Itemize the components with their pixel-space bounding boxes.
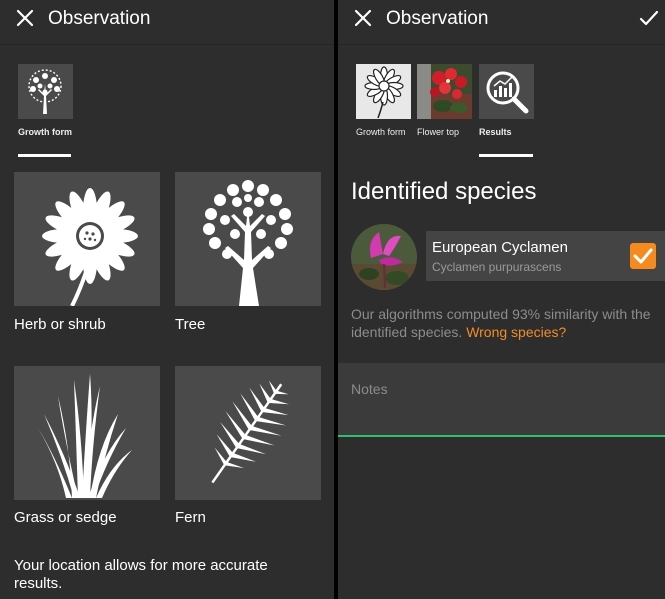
species-selected-checkbox[interactable] bbox=[630, 243, 656, 269]
right-screen: Observation Growth form Flower top Resul… bbox=[338, 0, 665, 599]
magnifier-chart-icon bbox=[479, 64, 534, 119]
top-bar: Observation bbox=[338, 0, 665, 45]
flower-icon bbox=[356, 64, 411, 119]
tile-label: Fern bbox=[175, 509, 206, 526]
top-bar: Observation bbox=[0, 0, 334, 45]
wrong-species-link[interactable]: Wrong species? bbox=[466, 324, 566, 340]
tab-label: Results bbox=[479, 127, 512, 137]
notes-underline bbox=[338, 435, 665, 437]
similarity-text: Our algorithms computed 93% similarity w… bbox=[351, 305, 663, 341]
flower-photo bbox=[417, 64, 472, 119]
species-common-name: European Cyclamen bbox=[432, 239, 568, 256]
location-hint: Your location allows for more accurate r… bbox=[14, 557, 268, 592]
tab-label: Growth form bbox=[356, 127, 406, 137]
tile-tree[interactable] bbox=[175, 172, 321, 306]
tile-grass-or-sedge[interactable] bbox=[14, 366, 160, 500]
active-tab-indicator bbox=[479, 154, 533, 157]
active-tab-indicator bbox=[18, 154, 71, 157]
tile-herb-or-shrub[interactable] bbox=[14, 172, 160, 306]
tab-results[interactable]: Results bbox=[479, 64, 535, 137]
tile-label: Grass or sedge bbox=[14, 509, 117, 526]
tab-label: Growth form bbox=[18, 127, 72, 137]
species-photo bbox=[351, 224, 417, 290]
screen-title: Observation bbox=[386, 8, 489, 29]
species-result-row[interactable]: European Cyclamen Cyclamen purpurascens bbox=[426, 231, 665, 281]
notes-placeholder: Notes bbox=[351, 381, 388, 397]
close-icon[interactable] bbox=[352, 7, 374, 29]
checkmark-icon[interactable] bbox=[639, 8, 659, 28]
flower-icon bbox=[42, 188, 138, 306]
close-icon[interactable] bbox=[14, 7, 36, 29]
tab-growth-form[interactable]: Growth form bbox=[356, 64, 412, 137]
tree-icon bbox=[203, 180, 293, 306]
tile-fern[interactable] bbox=[175, 366, 321, 500]
screen-title: Observation bbox=[48, 8, 151, 29]
tree-icon bbox=[18, 64, 73, 119]
section-title: Identified species bbox=[351, 178, 537, 205]
tab-growth-form[interactable]: Growth form bbox=[18, 64, 74, 137]
tab-flower-top[interactable]: Flower top bbox=[417, 64, 473, 137]
notes-input[interactable]: Notes bbox=[338, 363, 665, 437]
tile-label: Tree bbox=[175, 316, 206, 333]
species-scientific-name: Cyclamen purpurascens bbox=[432, 260, 562, 274]
left-screen: Observation Growth form Herb or shrub Tr… bbox=[0, 0, 334, 599]
tab-label: Flower top bbox=[417, 127, 460, 137]
grass-icon bbox=[38, 374, 132, 498]
tile-label: Herb or shrub bbox=[14, 316, 106, 333]
fern-icon bbox=[211, 380, 289, 484]
checkmark-icon bbox=[633, 248, 653, 264]
